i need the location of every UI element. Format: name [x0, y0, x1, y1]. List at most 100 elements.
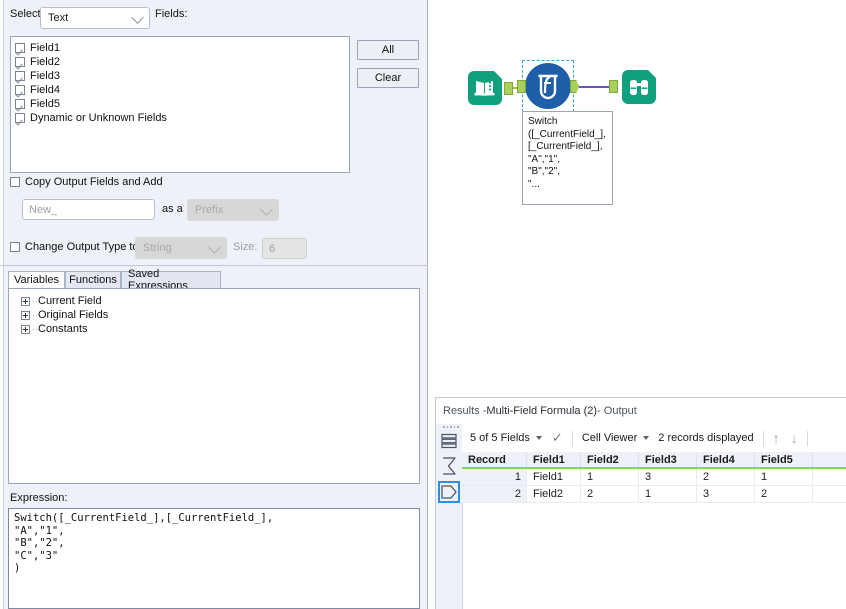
- app-window: Select Text Fields: Field1 Field2 Field3: [0, 0, 846, 609]
- checkbox-icon[interactable]: [15, 113, 25, 123]
- column-header-field4[interactable]: Field4: [697, 452, 755, 467]
- checkbox-icon[interactable]: [15, 43, 25, 53]
- size-label: Size:: [233, 241, 258, 253]
- cell-filler: [813, 486, 846, 502]
- checkbox-icon[interactable]: [15, 99, 25, 109]
- results-grid[interactable]: Record Field1 Field2 Field3 Field4 Field…: [462, 452, 846, 609]
- tab-functions-label: Functions: [69, 274, 117, 286]
- column-header-field1[interactable]: Field1: [527, 452, 581, 467]
- change-output-type-row[interactable]: Change Output Type to: [10, 241, 139, 253]
- column-header-field5[interactable]: Field5: [755, 452, 813, 467]
- node-browse[interactable]: [622, 70, 656, 104]
- expression-editor[interactable]: Switch([_CurrentField_],[_CurrentField_]…: [8, 508, 420, 609]
- node-multi-field-formula[interactable]: [525, 63, 571, 109]
- chevron-down-icon[interactable]: [535, 436, 542, 440]
- cell-field4: 2: [697, 469, 755, 485]
- chevron-down-icon: [208, 241, 221, 254]
- output-connector[interactable]: [504, 82, 513, 95]
- column-header-field3[interactable]: Field3: [639, 452, 697, 467]
- chevron-down-icon: [131, 11, 144, 24]
- select-all-label: All: [381, 44, 395, 56]
- tab-saved-expressions[interactable]: Saved Expressions: [121, 268, 221, 292]
- column-header-record[interactable]: Record: [462, 452, 527, 467]
- formula-output-connector[interactable]: [570, 80, 579, 93]
- cell-field2: 2: [581, 486, 639, 502]
- cell-field5: 2: [755, 486, 813, 502]
- chevron-down-icon: [260, 203, 273, 216]
- section-divider: [0, 265, 428, 266]
- select-type-dropdown[interactable]: Text: [40, 7, 150, 29]
- checkbox-icon[interactable]: [15, 85, 25, 95]
- list-item[interactable]: Field3: [15, 69, 349, 83]
- cell-record: 1: [462, 469, 527, 485]
- column-header-field2[interactable]: Field2: [581, 452, 639, 467]
- check-icon[interactable]: ✓: [552, 430, 563, 446]
- checkbox-icon[interactable]: [10, 242, 20, 252]
- node-input-data[interactable]: [468, 71, 513, 105]
- tree-item-constants[interactable]: ·· Constants: [21, 322, 419, 336]
- tooltip-line: "B","2",: [528, 166, 560, 177]
- tree-item-current-field[interactable]: ·· Current Field: [21, 294, 419, 308]
- select-all-button[interactable]: All: [357, 40, 419, 60]
- copy-output-row[interactable]: Copy Output Fields and Add: [10, 176, 163, 188]
- tab-variables[interactable]: Variables: [8, 271, 65, 288]
- binoculars-icon-glyph: [630, 80, 648, 95]
- toolbar-divider: [806, 430, 808, 446]
- browse-input-connector[interactable]: [609, 80, 618, 93]
- checkbox-icon[interactable]: [10, 177, 20, 187]
- output-type-value: String: [143, 242, 172, 254]
- table-row[interactable]: 2 Field2 2 1 3 2: [462, 486, 846, 503]
- results-title-bar: Results - Multi-Field Formula (2) - Outp…: [436, 398, 846, 425]
- clear-selection-button[interactable]: Clear: [357, 68, 419, 88]
- formula-input-connector[interactable]: [517, 80, 526, 93]
- drag-handle-icon[interactable]: [443, 426, 459, 428]
- prefix-suffix-dropdown[interactable]: Prefix: [187, 199, 279, 221]
- book-icon-glyph: [474, 81, 495, 96]
- tree-item-label: Constants: [38, 323, 88, 335]
- expression-tabs: Variables Functions Saved Expressions: [8, 268, 420, 292]
- pentagon-view-icon[interactable]: [438, 481, 460, 503]
- grid-header-row: Record Field1 Field2 Field3 Field4 Field…: [462, 452, 846, 469]
- results-panel: Results - Multi-Field Formula (2) - Outp…: [435, 397, 846, 609]
- list-item[interactable]: Dynamic or Unknown Fields: [15, 111, 349, 125]
- chevron-down-icon[interactable]: [643, 436, 650, 440]
- arrow-up-icon[interactable]: ↑: [773, 430, 780, 446]
- table-view-icon[interactable]: [440, 432, 458, 453]
- variables-tree[interactable]: ·· Current Field ·· Original Fields ·· C…: [8, 288, 420, 484]
- list-item[interactable]: Field2: [15, 55, 349, 69]
- cell-field3: 3: [639, 469, 697, 485]
- tab-functions[interactable]: Functions: [65, 271, 121, 288]
- checkbox-icon[interactable]: [15, 57, 25, 67]
- fields-list[interactable]: Field1 Field2 Field3 Field4 Field5 Dynam…: [10, 36, 350, 173]
- table-row[interactable]: 1 Field1 1 3 2 1: [462, 469, 846, 486]
- new-field-name-input[interactable]: New_: [22, 199, 155, 220]
- fields-selector-label[interactable]: 5 of 5 Fields: [470, 432, 530, 444]
- expand-plus-icon[interactable]: [21, 310, 30, 320]
- cell-field5: 1: [755, 469, 813, 485]
- results-toolbar: 5 of 5 Fields ✓ Cell Viewer 2 records di…: [462, 424, 846, 453]
- expand-plus-icon[interactable]: [21, 324, 30, 334]
- clear-label: Clear: [374, 72, 402, 84]
- sigma-icon[interactable]: [440, 456, 458, 479]
- tooltip-line: ([_CurrentField_],: [528, 128, 606, 140]
- size-input[interactable]: 6: [262, 238, 307, 259]
- tree-item-original-fields[interactable]: ·· Original Fields: [21, 308, 419, 322]
- output-type-dropdown[interactable]: String: [135, 237, 227, 259]
- list-item[interactable]: Field1: [15, 41, 349, 55]
- toolbar-divider: [762, 430, 764, 446]
- cell-viewer-label[interactable]: Cell Viewer: [582, 432, 637, 444]
- binoculars-icon: [622, 70, 656, 104]
- prefix-value: Prefix: [195, 204, 224, 216]
- checkbox-icon[interactable]: [15, 71, 25, 81]
- select-type-value: Text: [48, 12, 69, 24]
- field-label: Field3: [30, 70, 60, 82]
- arrow-down-icon[interactable]: ↓: [791, 430, 798, 446]
- list-item[interactable]: Field4: [15, 83, 349, 97]
- list-item[interactable]: Field5: [15, 97, 349, 111]
- column-header-filler: [813, 452, 846, 467]
- workflow-canvas[interactable]: Switch ([_CurrentField_], [_CurrentField…: [429, 0, 846, 394]
- expand-plus-icon[interactable]: [21, 296, 30, 306]
- cell-field1: Field2: [527, 486, 581, 502]
- tooltip-line: "...: [528, 178, 540, 190]
- results-title-tool: Multi-Field Formula (2): [486, 405, 598, 417]
